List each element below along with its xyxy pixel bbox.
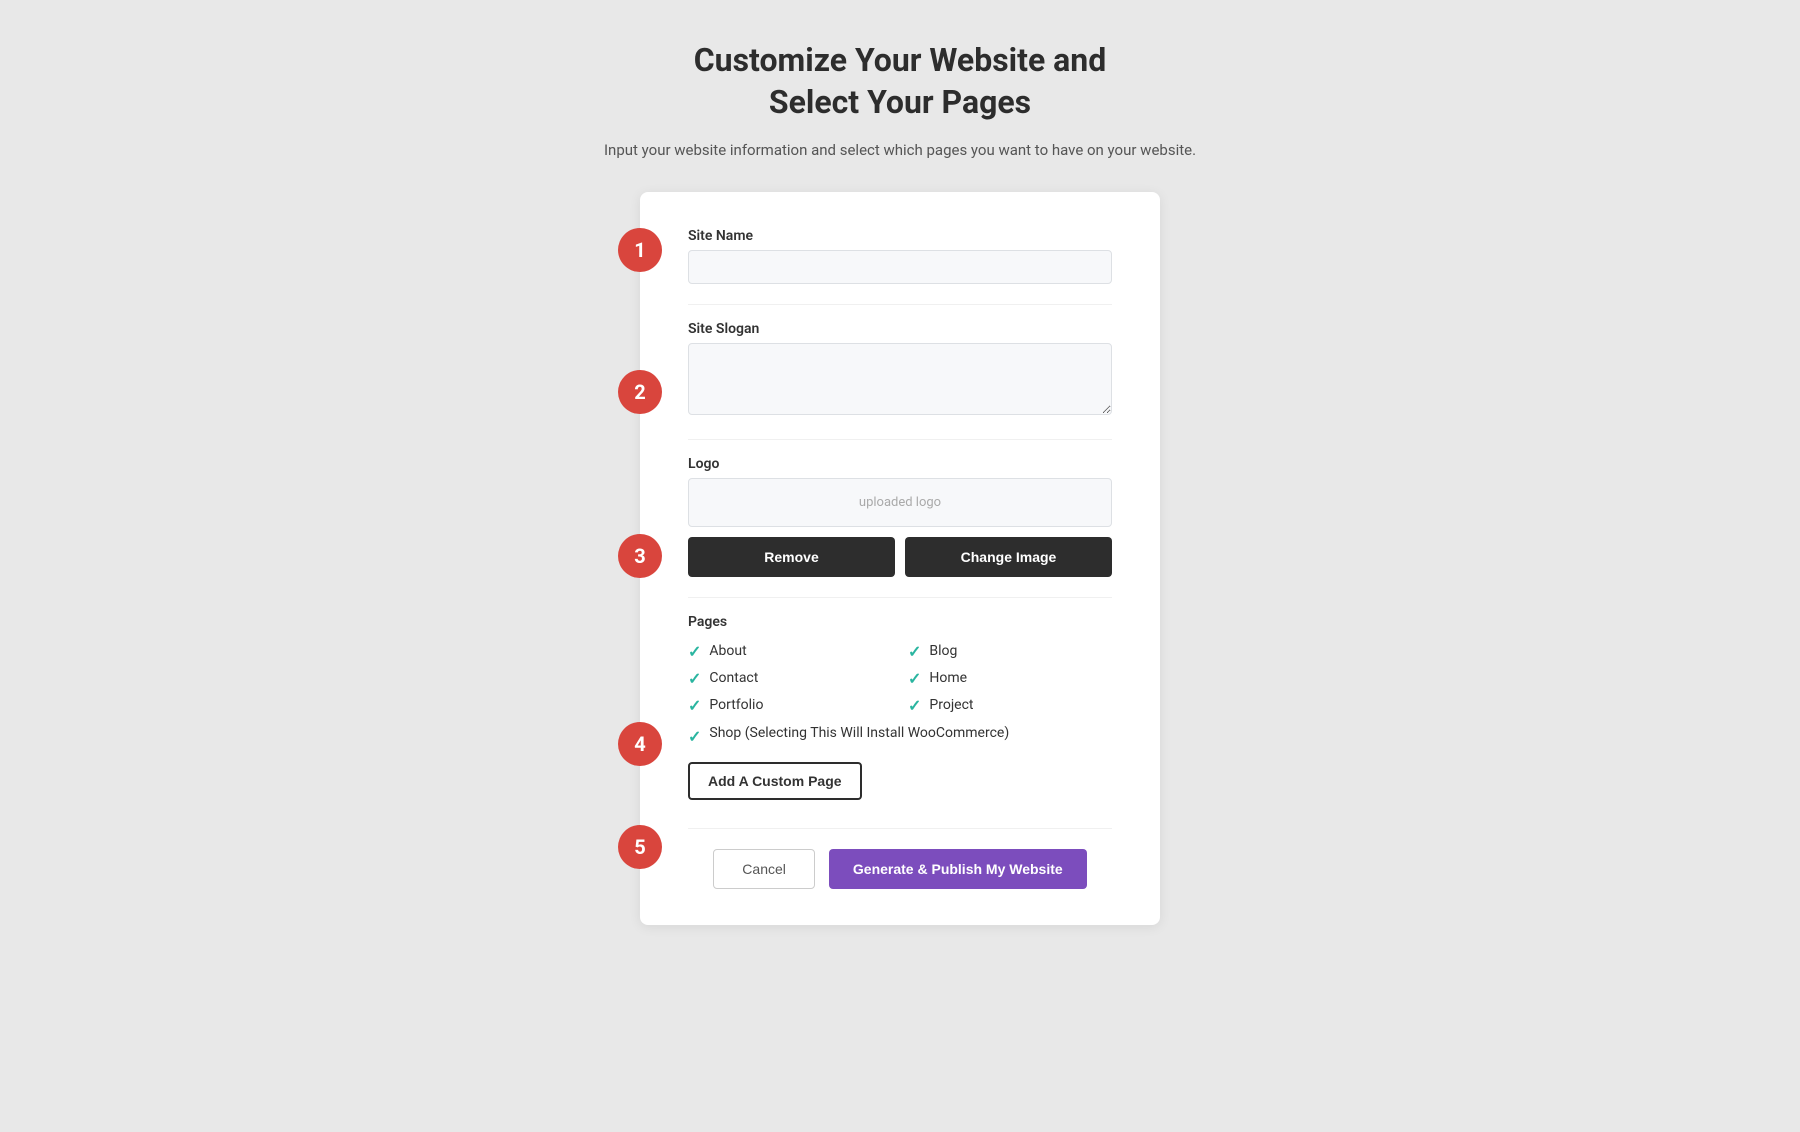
check-icon-blog: ✓ (908, 642, 921, 661)
form-card: 1 Site Name 2 Site Slogan 3 Logo uploade… (640, 192, 1160, 925)
page-name-portfolio: Portfolio (709, 697, 763, 713)
page-item-shop[interactable]: ✓ Shop (Selecting This Will Install WooC… (688, 725, 1112, 746)
page-item-project[interactable]: ✓ Project (908, 696, 1112, 715)
form-footer: Cancel Generate & Publish My Website (688, 828, 1112, 889)
logo-buttons: Remove Change Image (688, 537, 1112, 577)
check-icon-project: ✓ (908, 696, 921, 715)
check-icon-shop: ✓ (688, 727, 701, 746)
site-slogan-input[interactable] (688, 343, 1112, 415)
step-indicator-5: 5 (618, 825, 662, 869)
change-image-button[interactable]: Change Image (905, 537, 1112, 577)
page-name-blog: Blog (929, 643, 957, 659)
cancel-button[interactable]: Cancel (713, 849, 815, 889)
check-icon-about: ✓ (688, 642, 701, 661)
page-name-contact: Contact (709, 670, 758, 686)
step-indicator-4: 4 (618, 722, 662, 766)
page-name-project: Project (929, 697, 973, 713)
page-item-blog[interactable]: ✓ Blog (908, 642, 1112, 661)
add-custom-page-button[interactable]: Add A Custom Page (688, 762, 862, 800)
page-item-home[interactable]: ✓ Home (908, 669, 1112, 688)
divider-3 (688, 597, 1112, 598)
site-name-input[interactable] (688, 250, 1112, 284)
page-name-shop: Shop (Selecting This Will Install WooCom… (709, 725, 1009, 741)
step-indicator-1: 1 (618, 228, 662, 272)
logo-preview: uploaded logo (688, 478, 1112, 527)
page-name-home: Home (929, 670, 967, 686)
site-name-label: Site Name (688, 228, 1112, 244)
page-header: Customize Your Website and Select Your P… (604, 40, 1196, 162)
pages-label: Pages (688, 614, 1112, 630)
logo-label: Logo (688, 456, 1112, 472)
page-item-about[interactable]: ✓ About (688, 642, 892, 661)
page-item-portfolio[interactable]: ✓ Portfolio (688, 696, 892, 715)
step-indicator-2: 2 (618, 370, 662, 414)
page-name-about: About (709, 643, 746, 659)
check-icon-contact: ✓ (688, 669, 701, 688)
logo-field-group: Logo uploaded logo Remove Change Image (688, 456, 1112, 577)
remove-button[interactable]: Remove (688, 537, 895, 577)
page-subtitle: Input your website information and selec… (604, 139, 1196, 162)
check-icon-home: ✓ (908, 669, 921, 688)
site-name-field-group: Site Name (688, 228, 1112, 284)
step-indicator-3: 3 (618, 534, 662, 578)
pages-grid: ✓ About ✓ Blog ✓ Contact ✓ Home ✓ Portfo… (688, 642, 1112, 715)
site-slogan-label: Site Slogan (688, 321, 1112, 337)
page-title: Customize Your Website and Select Your P… (604, 40, 1196, 123)
page-item-contact[interactable]: ✓ Contact (688, 669, 892, 688)
divider-1 (688, 304, 1112, 305)
divider-2 (688, 439, 1112, 440)
publish-button[interactable]: Generate & Publish My Website (829, 849, 1087, 889)
check-icon-portfolio: ✓ (688, 696, 701, 715)
site-slogan-field-group: Site Slogan (688, 321, 1112, 419)
pages-section: Pages ✓ About ✓ Blog ✓ Contact ✓ Home (688, 614, 1112, 800)
